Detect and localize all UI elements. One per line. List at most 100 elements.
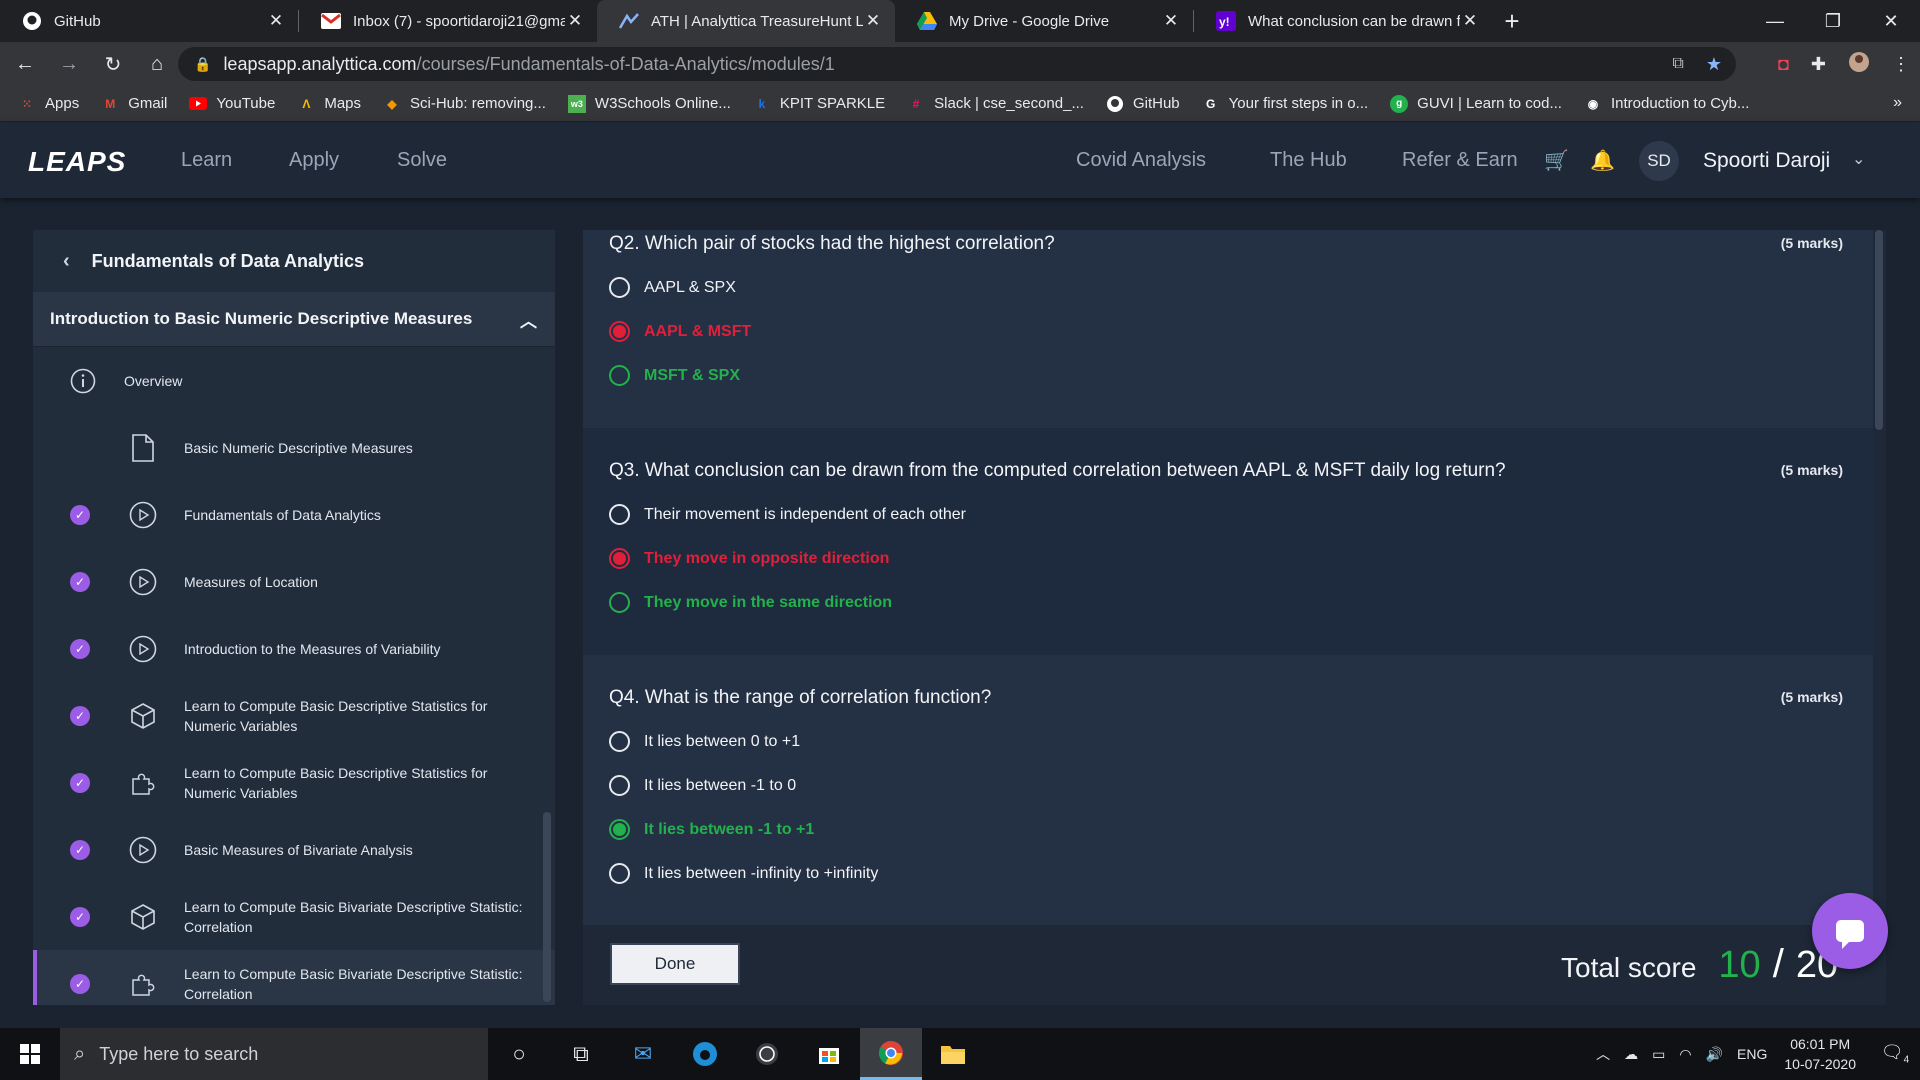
radio-correct-icon[interactable] [609,592,630,613]
bookmark-guvi[interactable]: g GUVI | Learn to cod... [1390,94,1562,113]
new-tab-button[interactable]: + [1492,0,1532,42]
course-header[interactable]: ‹ Fundamentals of Data Analytics [33,230,555,292]
minimize-icon[interactable]: — [1746,0,1804,42]
forward-icon[interactable]: → [50,45,88,83]
nav-refer-earn[interactable]: Refer & Earn [1402,149,1518,172]
chrome-icon[interactable] [860,1028,922,1080]
radio-correct-icon[interactable] [609,365,630,386]
radio-icon[interactable] [609,504,630,525]
radio-selected-wrong-icon[interactable] [609,548,630,569]
nav-covid-analysis[interactable]: Covid Analysis [1076,149,1206,172]
nav-the-hub[interactable]: The Hub [1270,149,1347,172]
bookmark-w3schools[interactable]: w3 W3Schools Online... [567,94,731,113]
radio-icon[interactable] [609,775,630,796]
chevron-up-icon[interactable]: ︿ [1596,1044,1610,1064]
radio-selected-correct-icon[interactable] [609,819,630,840]
nav-solve[interactable]: Solve [397,149,447,172]
address-bar[interactable]: 🔒 leapsapp.analyttica.com/courses/Fundam… [178,47,1736,81]
reload-icon[interactable]: ↻ [94,45,132,83]
radio-icon[interactable] [609,277,630,298]
whatsapp-icon[interactable] [736,1028,798,1080]
answer-option[interactable]: Their movement is independent of each ot… [609,504,966,525]
radio-icon[interactable] [609,863,630,884]
bookmark-maps[interactable]: Λ Maps [297,95,361,113]
windows-start-icon[interactable] [0,1028,60,1080]
answer-option-correct[interactable]: They move in the same direction [609,592,892,613]
volume-icon[interactable]: 🔊 [1706,1046,1723,1063]
bookmarks-overflow-button[interactable]: » [1893,94,1902,112]
bookmark-youtube[interactable]: YouTube [189,95,275,113]
sidebar-item-lesson-active[interactable]: ✓ Learn to Compute Basic Bivariate Descr… [33,950,555,1005]
bookmark-slack[interactable]: # Slack | cse_second_... [907,95,1084,113]
answer-option[interactable]: It lies between 0 to +1 [609,731,800,752]
onedrive-icon[interactable]: ☁ [1624,1046,1638,1063]
close-icon[interactable]: ✕ [1460,11,1480,31]
bell-icon[interactable]: 🔔 [1590,148,1615,173]
sidebar-item-lesson[interactable]: ✓ Learn to Compute Basic Descriptive Sta… [33,682,555,749]
tab-yahoo[interactable]: y! What conclusion can be drawn fr ✕ [1194,0,1492,42]
close-icon[interactable]: ✕ [266,11,286,31]
bookmark-google-first-steps[interactable]: G Your first steps in o... [1202,95,1368,113]
edge-icon[interactable] [674,1028,736,1080]
sidebar-scrollbar[interactable] [543,812,551,1002]
mail-icon[interactable]: ✉ [612,1028,674,1080]
quiz-scrollbar[interactable] [1875,230,1883,430]
translate-icon[interactable]: ⧉ [1672,55,1683,73]
sidebar-item-lesson[interactable]: ✓ Introduction to the Measures of Variab… [33,615,555,682]
radio-icon[interactable] [609,731,630,752]
close-icon[interactable]: ✕ [1161,11,1181,31]
sidebar-item-lesson[interactable]: ✓ Measures of Location [33,548,555,615]
chat-button[interactable] [1812,893,1888,969]
extensions-icon[interactable]: ✚ [1811,54,1826,75]
sidebar-item-lesson[interactable]: ✓ Basic Measures of Bivariate Analysis [33,816,555,883]
sidebar-item-lesson[interactable]: Basic Numeric Descriptive Measures [33,414,555,481]
answer-option[interactable]: It lies between -1 to 0 [609,775,796,796]
tab-github[interactable]: GitHub ✕ [0,0,298,42]
close-window-icon[interactable]: ✕ [1862,0,1920,42]
close-icon[interactable]: ✕ [565,11,585,31]
tab-ath[interactable]: ATH | Analyttica TreasureHunt Le ✕ [597,0,895,42]
sidebar-item-lesson[interactable]: ✓ Learn to Compute Basic Bivariate Descr… [33,883,555,950]
avatar[interactable]: SD [1639,141,1679,181]
bookmark-apps[interactable]: ⁙ Apps [18,95,79,113]
tab-gmail[interactable]: Inbox (7) - spoortidaroji21@gma ✕ [299,0,597,42]
bookmark-github[interactable]: GitHub [1106,95,1180,113]
file-explorer-icon[interactable] [922,1028,984,1080]
nav-apply[interactable]: Apply [289,149,339,172]
wifi-icon[interactable]: ◠ [1679,1046,1691,1063]
language-indicator[interactable]: ENG [1737,1046,1767,1062]
back-chevron-icon[interactable]: ‹ [63,250,70,273]
store-icon[interactable] [798,1028,860,1080]
answer-option-correct[interactable]: It lies between -1 to +1 [609,819,814,840]
answer-option[interactable]: It lies between -infinity to +infinity [609,863,878,884]
answer-option-wrong[interactable]: AAPL & MSFT [609,321,751,342]
back-icon[interactable]: ← [6,45,44,83]
answer-option-correct[interactable]: MSFT & SPX [609,365,740,386]
leaps-logo[interactable]: LEAPS [28,146,126,178]
bookmark-scihub[interactable]: ◆ Sci-Hub: removing... [383,95,546,113]
sidebar-item-overview[interactable]: Overview [33,347,555,414]
profile-icon[interactable] [1848,51,1870,78]
answer-option-wrong[interactable]: They move in opposite direction [609,548,889,569]
clock[interactable]: 06:01 PM 10-07-2020 [1784,1034,1856,1074]
restore-icon[interactable]: ❐ [1804,0,1862,42]
pocket-extension-icon[interactable]: ◘ [1778,54,1789,75]
user-name[interactable]: Spoorti Daroji [1703,149,1830,173]
taskbar-search-box[interactable]: ⌕ Type here to search [60,1028,488,1080]
radio-selected-wrong-icon[interactable] [609,321,630,342]
bookmark-gmail[interactable]: M Gmail [101,95,167,113]
task-view-icon[interactable]: ⧉ [550,1028,612,1080]
menu-kebab-icon[interactable]: ⋮ [1892,54,1910,75]
chevron-down-icon[interactable]: ⌄ [1852,149,1865,169]
close-icon[interactable]: ✕ [863,11,883,31]
answer-option[interactable]: AAPL & SPX [609,277,736,298]
home-icon[interactable]: ⌂ [138,45,176,83]
module-header[interactable]: Introduction to Basic Numeric Descriptiv… [33,292,555,347]
sidebar-item-lesson[interactable]: ✓ Fundamentals of Data Analytics [33,481,555,548]
nav-learn[interactable]: Learn [181,149,232,172]
chevron-up-icon[interactable]: ︿ [520,307,537,332]
tab-drive[interactable]: My Drive - Google Drive ✕ [895,0,1193,42]
cortana-icon[interactable]: ○ [488,1028,550,1080]
done-button[interactable]: Done [610,943,740,985]
battery-icon[interactable]: ▭ [1652,1046,1665,1063]
